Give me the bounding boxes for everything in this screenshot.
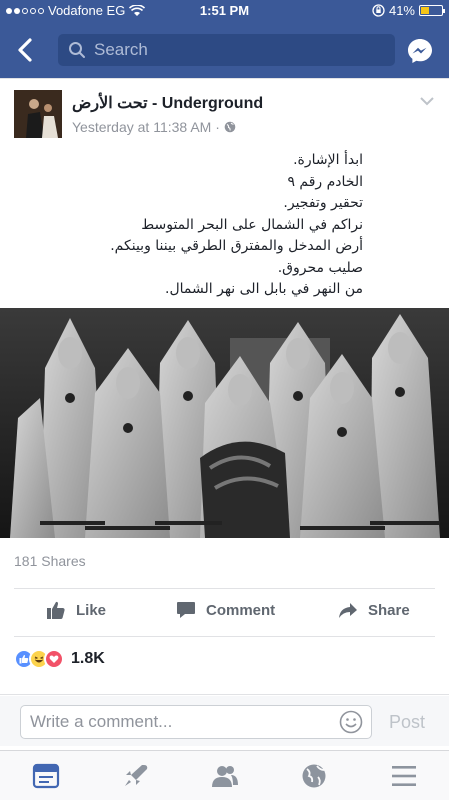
shares-count[interactable]: 181 Shares [14, 553, 86, 569]
share-label: Share [368, 601, 410, 619]
divider [0, 78, 449, 79]
search-input[interactable]: Search [58, 34, 395, 66]
photo-image [0, 308, 449, 538]
messenger-icon[interactable] [406, 37, 434, 65]
explore-icon[interactable] [122, 763, 150, 789]
post-meta: Yesterday at 11:38 AM · [72, 119, 236, 135]
battery-area: 41% [372, 3, 445, 18]
post-line: الخادم رقم ٩ [287, 173, 363, 190]
comment-icon [177, 602, 195, 618]
post-body: ابدأ الإشارة. الخادم رقم ٩ تحقير وتفجير.… [23, 150, 363, 301]
avatar-image [14, 90, 62, 138]
post-line: أرض المدخل والمفترق الطرقي بيننا وبينكم. [110, 238, 363, 254]
post-timestamp[interactable]: Yesterday at 11:38 AM · [72, 119, 220, 135]
status-bar: Vodafone EG 1:51 PM 41% [0, 0, 449, 22]
globe-icon [224, 121, 236, 133]
like-label: Like [76, 601, 107, 619]
search-icon [69, 42, 85, 58]
battery-percent: 41% [388, 3, 415, 18]
post-comment-button[interactable]: Post [389, 712, 425, 733]
divider [0, 694, 449, 695]
post-line: من النهر في بابل الى نهر الشمال. [165, 281, 363, 297]
reactions-summary[interactable]: 1.8K [14, 649, 105, 669]
chevron-left-icon[interactable] [12, 36, 40, 64]
comment-input[interactable]: Write a comment... [20, 705, 372, 739]
post-line: صليب محروق. [277, 259, 363, 276]
thumbs-up-icon [47, 601, 65, 619]
notifications-globe-icon[interactable] [300, 763, 328, 789]
post-photo[interactable] [0, 308, 449, 538]
divider [14, 636, 435, 637]
friends-icon[interactable] [211, 763, 239, 789]
menu-icon[interactable] [390, 763, 418, 789]
share-button[interactable]: Share [338, 600, 410, 620]
navigation-bar: Search [0, 22, 449, 78]
comment-placeholder: Write a comment... [30, 712, 173, 731]
like-button[interactable]: Like [46, 600, 106, 620]
search-placeholder: Search [94, 40, 148, 59]
share-arrow-icon [339, 603, 357, 618]
post-line: ابدأ الإشارة. [293, 152, 363, 168]
news-feed-icon[interactable] [32, 763, 60, 789]
chevron-down-icon[interactable] [419, 95, 435, 107]
reaction-count: 1.8K [71, 650, 105, 667]
post-line: تحقير وتفجير. [283, 195, 363, 211]
love-reaction-icon [44, 649, 64, 669]
post-line: نراكم في الشمال على البحر المتوسط [141, 216, 363, 233]
comment-button[interactable]: Comment [176, 600, 275, 620]
avatar[interactable] [14, 90, 62, 138]
post-author[interactable]: تحت الأرض - Underground [72, 93, 263, 113]
battery-icon [419, 5, 445, 16]
comment-label: Comment [206, 601, 276, 619]
tab-bar [0, 750, 449, 800]
rotation-lock-icon [372, 4, 385, 17]
emoji-icon[interactable] [339, 710, 363, 734]
divider [14, 588, 435, 589]
post-actions: Like Comment Share [0, 590, 449, 630]
